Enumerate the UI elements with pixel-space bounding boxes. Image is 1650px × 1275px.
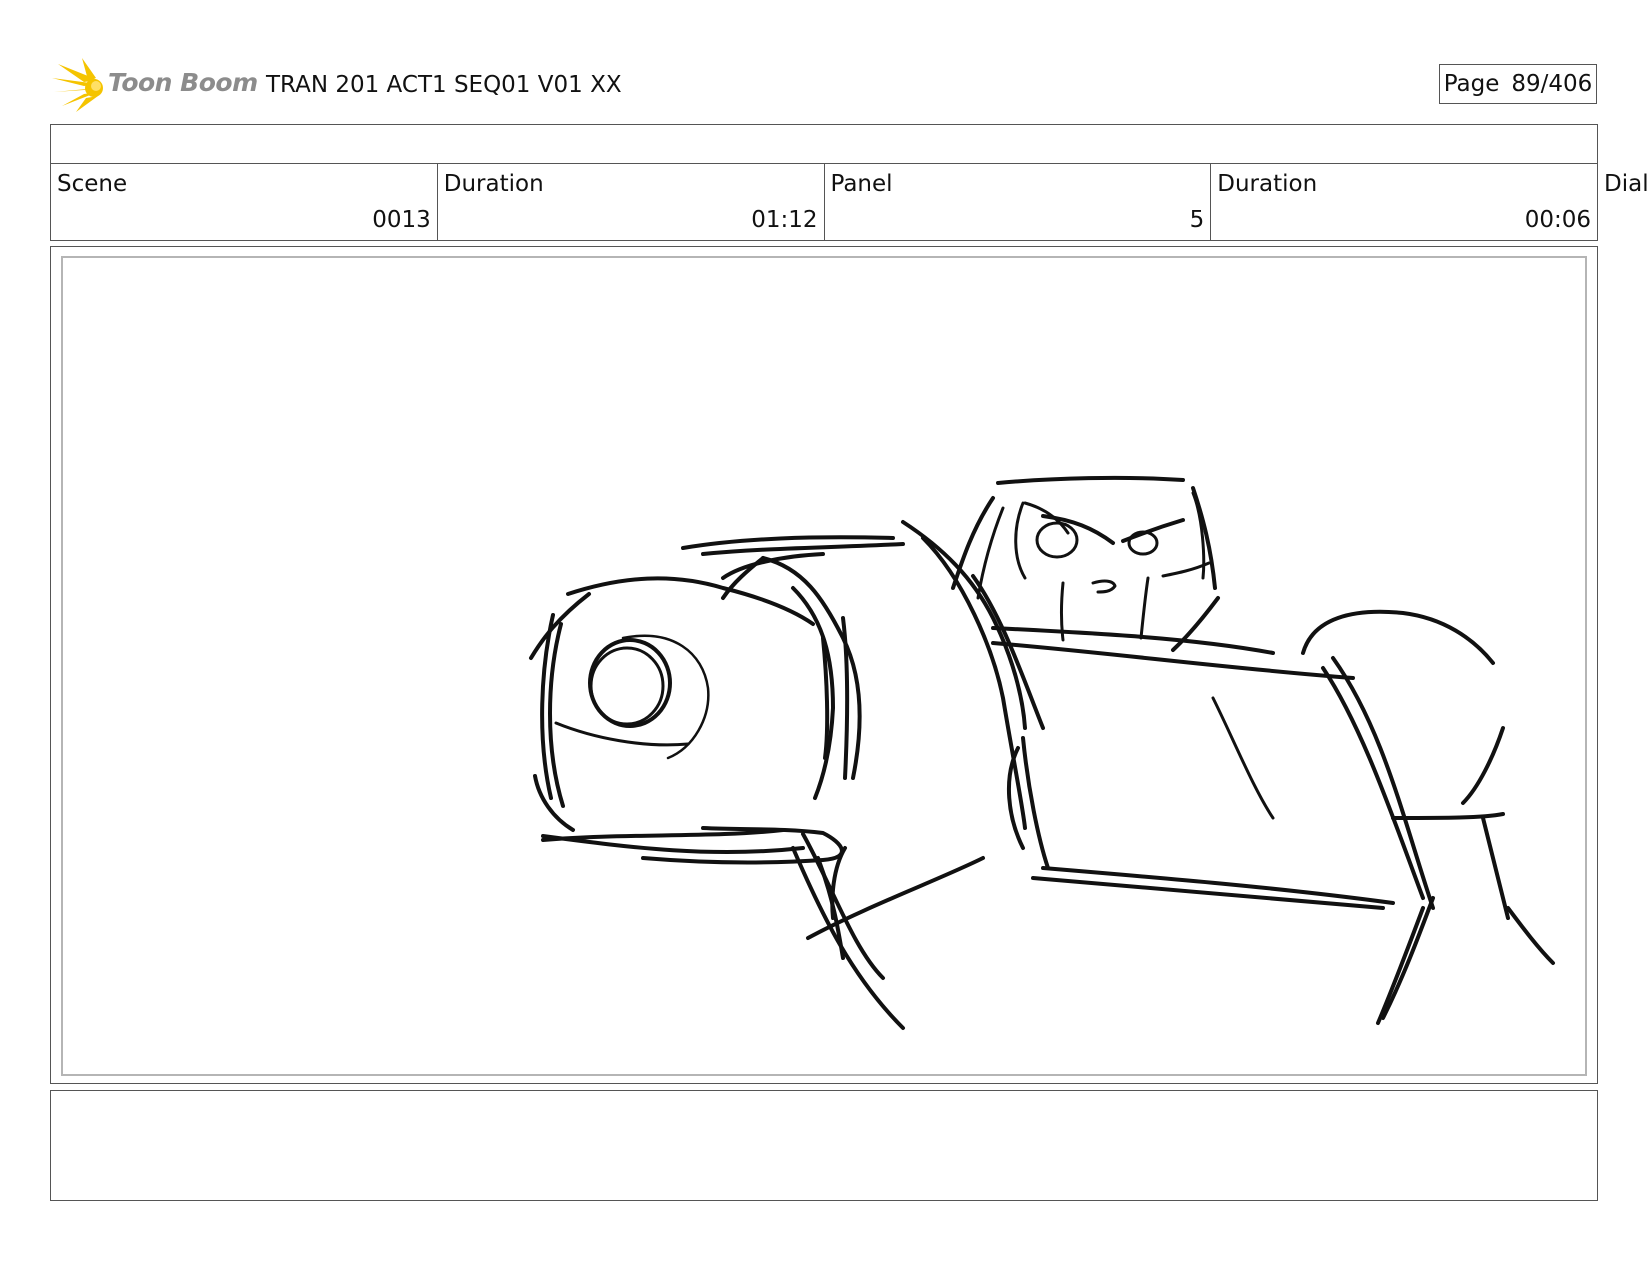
header-band [50,124,1598,164]
scene-duration-value: 01:12 [751,207,818,233]
panel-cell: Panel 5 [825,163,1212,240]
scene-duration-cell: Duration 01:12 [438,163,825,240]
panel-duration-cell: Duration 00:06 [1211,163,1597,240]
storyboard-sketch [529,475,1555,1030]
page-counter: Page 89/406 [1439,64,1597,104]
toon-boom-logo: Toon Boom [52,58,258,114]
storyboard-panel-image [61,256,1587,1076]
panel-duration-label: Duration [1217,171,1318,197]
scene-label: Scene [57,171,128,197]
page-label: Page [1443,71,1500,97]
page-number: 89/406 [1511,71,1593,97]
panel-duration-value: 00:06 [1524,207,1591,233]
panel-label: Panel [830,171,893,197]
starburst-icon [52,58,103,112]
scene-cell: Scene 0013 [51,163,438,240]
notes-box [50,1090,1598,1201]
logo-text: Toon Boom [108,68,258,97]
dialog-label-truncated: Dial [1604,171,1649,197]
info-row: Scene 0013 Duration 01:12 Panel 5 Durati… [50,163,1598,241]
scene-duration-label: Duration [443,171,544,197]
panel-value: 5 [1189,207,1205,233]
scene-value: 0013 [372,207,431,233]
document-title: TRAN 201 ACT1 SEQ01 V01 XX [266,72,622,98]
